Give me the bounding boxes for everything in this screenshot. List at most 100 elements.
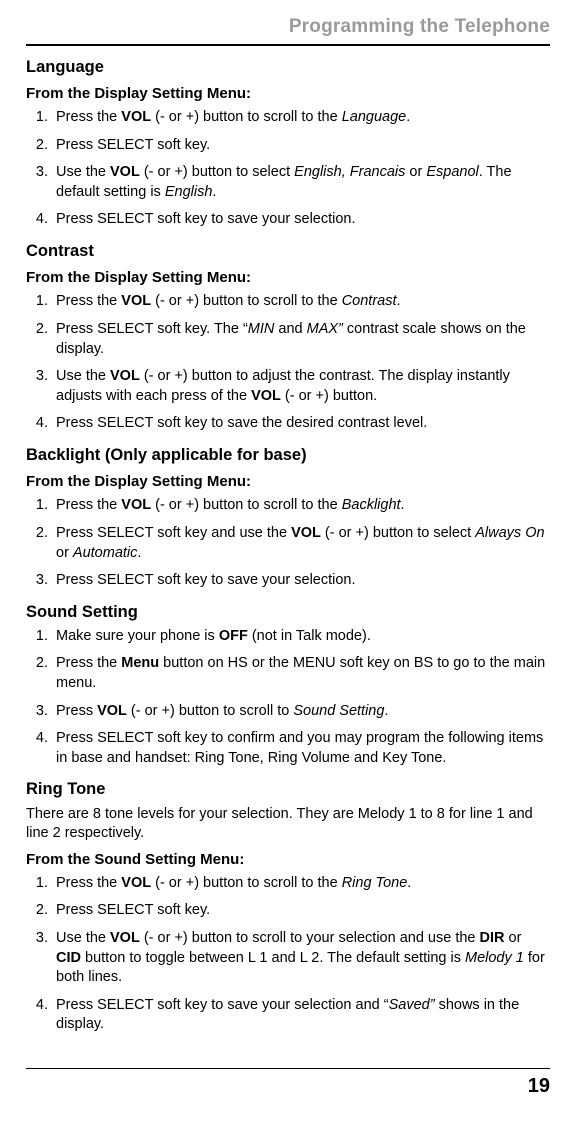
contrast-steps: Press the VOL (- or +) button to scroll … — [26, 292, 550, 433]
text: (not in Talk mode). — [248, 628, 371, 644]
option: Automatic — [73, 545, 137, 561]
cid-label: CID — [56, 950, 81, 966]
document-page: Programming the Telephone Language From … — [0, 0, 568, 1100]
text: Press the — [56, 875, 121, 891]
text: or — [56, 545, 73, 561]
vol-label: VOL — [121, 109, 151, 125]
list-item: Use the VOL (- or +) button to adjust th… — [52, 367, 550, 406]
language-steps: Press the VOL (- or +) button to scroll … — [26, 108, 550, 230]
list-item: Use the VOL (- or +) button to scroll to… — [52, 929, 550, 988]
text: (- or +) button to scroll to the — [151, 875, 342, 891]
text: Use the — [56, 164, 110, 180]
section-ring-title: Ring Tone — [26, 778, 550, 800]
running-header: Programming the Telephone — [26, 14, 550, 40]
list-item: Press VOL (- or +) button to scroll to S… — [52, 702, 550, 722]
text: button to toggle between L 1 and L 2. Th… — [81, 950, 465, 966]
text: Press — [56, 703, 97, 719]
text: Press the — [56, 655, 121, 671]
option-language: Language — [342, 109, 407, 125]
text: . — [401, 497, 405, 513]
vol-label: VOL — [97, 703, 127, 719]
bottom-divider — [26, 1068, 550, 1069]
option: Espanol — [426, 164, 478, 180]
ring-steps: Press the VOL (- or +) button to scroll … — [26, 874, 550, 1035]
list-item: Press the VOL (- or +) button to scroll … — [52, 874, 550, 894]
vol-label: VOL — [121, 875, 151, 891]
text: Make sure your phone is — [56, 628, 219, 644]
vol-label: VOL — [251, 388, 281, 404]
text: Press the — [56, 293, 121, 309]
off-label: OFF — [219, 628, 248, 644]
max-label: MAX” — [307, 321, 343, 337]
list-item: Press SELECT soft key to save your selec… — [52, 996, 550, 1035]
text: (- or +) button to scroll to the — [151, 293, 342, 309]
section-language-title: Language — [26, 56, 550, 78]
option-contrast: Contrast — [342, 293, 397, 309]
text: (- or +) button to scroll to the — [151, 109, 342, 125]
list-item: Make sure your phone is OFF (not in Talk… — [52, 627, 550, 647]
option-sound-setting: Sound Setting — [293, 703, 384, 719]
text: and — [274, 321, 306, 337]
menu-label: Menu — [121, 655, 159, 671]
text: Press the — [56, 109, 121, 125]
list-item: Press the VOL (- or +) button to scroll … — [52, 496, 550, 516]
option-backlight: Backlight — [342, 497, 401, 513]
list-item: Press SELECT soft key to save your selec… — [52, 210, 550, 230]
text: (- or +) button to scroll to — [127, 703, 293, 719]
list-item: Press the VOL (- or +) button to scroll … — [52, 108, 550, 128]
text: Use the — [56, 368, 110, 384]
backlight-menu-head: From the Display Setting Menu: — [26, 472, 550, 492]
backlight-steps: Press the VOL (- or +) button to scroll … — [26, 496, 550, 590]
text: . — [212, 184, 216, 200]
list-item: Press SELECT soft key. — [52, 901, 550, 921]
text: (- or +) button to scroll to the — [151, 497, 342, 513]
text: (- or +) button. — [281, 388, 377, 404]
vol-label: VOL — [110, 368, 140, 384]
option: English, Francais — [294, 164, 405, 180]
text: . — [407, 875, 411, 891]
ring-intro: There are 8 tone levels for your selecti… — [26, 805, 550, 844]
option: Always On — [475, 525, 544, 541]
vol-label: VOL — [110, 164, 140, 180]
contrast-menu-head: From the Display Setting Menu: — [26, 268, 550, 288]
page-number: 19 — [26, 1073, 550, 1100]
vol-label: VOL — [291, 525, 321, 541]
text: (- or +) button to select — [140, 164, 294, 180]
text: . — [397, 293, 401, 309]
list-item: Press SELECT soft key to save the desire… — [52, 414, 550, 434]
text: (- or +) button to scroll to your select… — [140, 930, 480, 946]
list-item: Press SELECT soft key and use the VOL (-… — [52, 524, 550, 563]
text: Press SELECT soft key and use the — [56, 525, 291, 541]
vol-label: VOL — [121, 293, 151, 309]
text: or — [405, 164, 426, 180]
option-ring-tone: Ring Tone — [342, 875, 408, 891]
option: Melody 1 — [465, 950, 524, 966]
section-sound-title: Sound Setting — [26, 601, 550, 623]
vol-label: VOL — [121, 497, 151, 513]
dir-label: DIR — [480, 930, 505, 946]
top-divider — [26, 44, 550, 46]
vol-label: VOL — [110, 930, 140, 946]
text: Press the — [56, 497, 121, 513]
text: . — [384, 703, 388, 719]
text: (- or +) button to select — [321, 525, 475, 541]
text: Use the — [56, 930, 110, 946]
text: Press SELECT soft key to save your selec… — [56, 997, 389, 1013]
list-item: Press SELECT soft key. — [52, 136, 550, 156]
list-item: Press SELECT soft key to confirm and you… — [52, 729, 550, 768]
min-label: MIN — [248, 321, 275, 337]
sound-steps: Make sure your phone is OFF (not in Talk… — [26, 627, 550, 768]
section-backlight-title: Backlight (Only applicable for base) — [26, 444, 550, 466]
text: . — [137, 545, 141, 561]
ring-menu-head: From the Sound Setting Menu: — [26, 850, 550, 870]
list-item: Use the VOL (- or +) button to select En… — [52, 163, 550, 202]
list-item: Press the Menu button on HS or the MENU … — [52, 654, 550, 693]
list-item: Press SELECT soft key to save your selec… — [52, 571, 550, 591]
list-item: Press the VOL (- or +) button to scroll … — [52, 292, 550, 312]
page-footer: 19 — [26, 1068, 550, 1100]
section-contrast-title: Contrast — [26, 240, 550, 262]
text: or — [505, 930, 522, 946]
saved-label: Saved” — [389, 997, 435, 1013]
text: Press SELECT soft key. The “ — [56, 321, 248, 337]
text: . — [406, 109, 410, 125]
